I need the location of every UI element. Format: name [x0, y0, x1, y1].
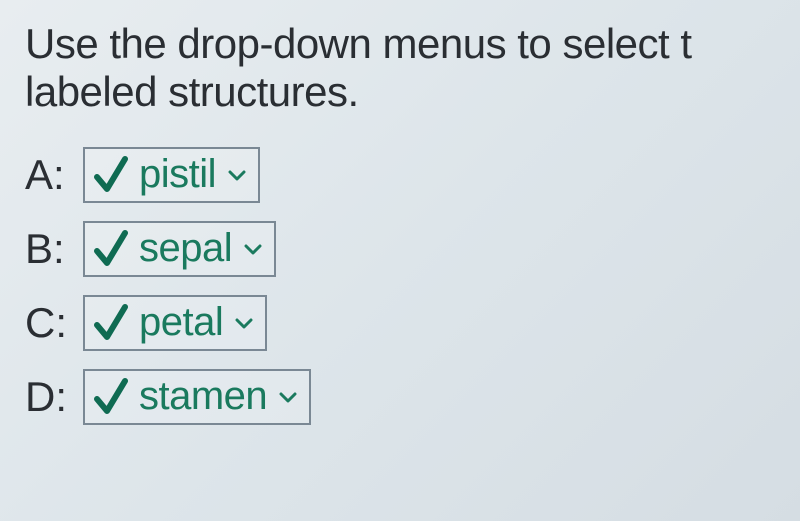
dropdown-value-b: sepal — [139, 226, 232, 271]
check-icon — [93, 375, 129, 419]
row-a: A: pistil — [25, 147, 775, 203]
instruction-text: Use the drop-down menus to select tlabel… — [25, 20, 775, 117]
dropdown-value-d: stamen — [139, 374, 267, 419]
dropdown-value-c: petal — [139, 300, 223, 345]
row-b: B: sepal — [25, 221, 775, 277]
check-icon — [93, 227, 129, 271]
dropdown-d[interactable]: stamen — [83, 369, 311, 425]
row-c: C: petal — [25, 295, 775, 351]
chevron-down-icon — [235, 316, 253, 330]
chevron-down-icon — [244, 242, 262, 256]
check-icon — [93, 153, 129, 197]
dropdown-a[interactable]: pistil — [83, 147, 260, 203]
chevron-down-icon — [279, 390, 297, 404]
dropdown-rows: A: pistil B: sepal C: — [25, 147, 775, 425]
dropdown-b[interactable]: sepal — [83, 221, 276, 277]
row-label-a: A: — [25, 151, 73, 199]
dropdown-c[interactable]: petal — [83, 295, 267, 351]
row-label-b: B: — [25, 225, 73, 273]
dropdown-value-a: pistil — [139, 152, 216, 197]
row-label-d: D: — [25, 373, 73, 421]
check-icon — [93, 301, 129, 345]
row-label-c: C: — [25, 299, 73, 347]
instruction-line-1: Use the drop-down menus to select tlabel… — [25, 20, 692, 115]
chevron-down-icon — [228, 168, 246, 182]
row-d: D: stamen — [25, 369, 775, 425]
